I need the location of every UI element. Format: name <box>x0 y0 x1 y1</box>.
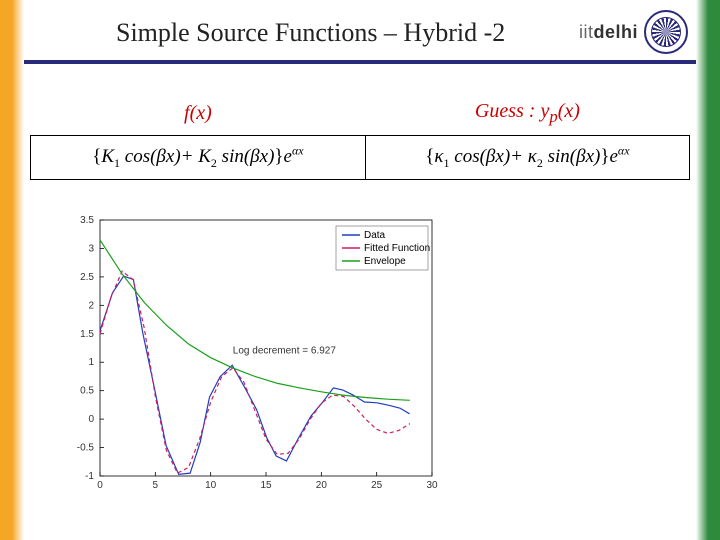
svg-text:2.5: 2.5 <box>80 272 94 283</box>
brand-text: iitdelhi <box>579 22 638 43</box>
crest-icon <box>644 10 688 54</box>
svg-text:0: 0 <box>88 414 94 425</box>
brand-logo: iitdelhi <box>579 10 688 54</box>
svg-text:Fitted Function: Fitted Function <box>364 243 430 254</box>
svg-text:3: 3 <box>88 243 94 254</box>
svg-text:10: 10 <box>205 480 217 491</box>
svg-text:0.5: 0.5 <box>80 386 94 397</box>
page-title: Simple Source Functions – Hybrid -2 <box>116 18 505 48</box>
formula-table: f(x) Guess : yp(x) {K1 cos(βx)+ K2 sin(β… <box>30 92 690 180</box>
svg-text:3.5: 3.5 <box>80 215 94 226</box>
svg-text:15: 15 <box>260 480 272 491</box>
cell-fx-formula: {K1 cos(βx)+ K2 sin(βx)}eαx <box>31 136 366 180</box>
svg-text:Envelope: Envelope <box>364 256 406 267</box>
svg-text:5: 5 <box>153 480 159 491</box>
damped-oscillation-chart: 0 5 10 15 20 25 30 -1 -0.5 0 0.5 1 1.5 2 2.5 3 3.5 Log de… <box>62 210 442 500</box>
svg-text:2: 2 <box>88 300 94 311</box>
svg-text:30: 30 <box>426 480 438 491</box>
svg-text:1: 1 <box>88 357 94 368</box>
svg-text:20: 20 <box>316 480 328 491</box>
col-header-guess: Guess : yp(x) <box>365 92 689 136</box>
svg-text:-0.5: -0.5 <box>77 443 95 454</box>
slide-content: Simple Source Functions – Hybrid -2 iitd… <box>24 0 696 540</box>
svg-text:-1: -1 <box>85 471 94 482</box>
svg-text:0: 0 <box>97 480 103 491</box>
svg-text:1.5: 1.5 <box>80 329 94 340</box>
col-header-fx: f(x) <box>31 92 366 136</box>
slide-header: Simple Source Functions – Hybrid -2 iitd… <box>24 0 696 64</box>
right-accent-stripe <box>696 0 720 540</box>
svg-text:Log decrement = 6.927: Log decrement = 6.927 <box>233 346 337 357</box>
cell-guess-formula: {κ1 cos(βx)+ κ2 sin(βx)}eαx <box>365 136 689 180</box>
svg-text:25: 25 <box>371 480 383 491</box>
left-accent-stripe <box>0 0 24 540</box>
svg-text:Data: Data <box>364 230 386 241</box>
